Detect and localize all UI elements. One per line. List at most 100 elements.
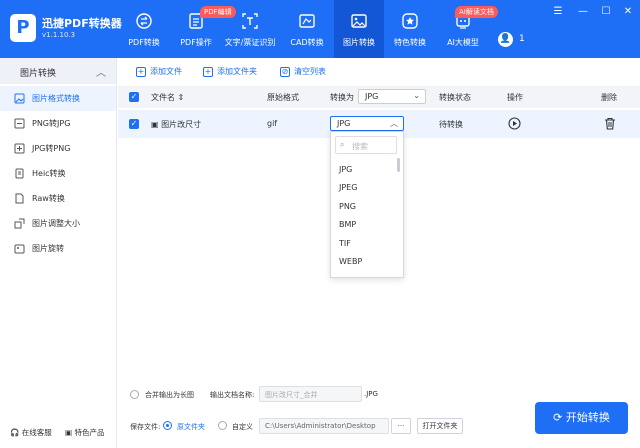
add-file-icon: + — [136, 66, 146, 77]
headset-icon: 🎧 — [10, 428, 22, 437]
online-service-button[interactable]: 🎧 在线客服 — [10, 427, 52, 438]
start-convert-button[interactable]: ⟳ 开始转换 — [535, 402, 628, 434]
format-option[interactable]: PNG — [339, 202, 356, 211]
header-convert-to: 转换为 — [330, 93, 354, 102]
add-file-button[interactable]: + 添加文件 — [136, 66, 182, 77]
header-filename[interactable]: 文件名 ⇕ — [151, 92, 184, 103]
start-convert-label: 开始转换 — [565, 411, 610, 424]
rotate-icon — [14, 244, 25, 254]
tab-text-recognition[interactable]: 文字/票证识别 — [222, 0, 278, 58]
convert-play-icon[interactable] — [508, 117, 521, 130]
sort-icon: ⇕ — [177, 93, 185, 102]
convert-all-select[interactable]: JPG ⌄ — [358, 89, 426, 104]
star-icon — [402, 13, 418, 29]
format-option[interactable]: JPG — [339, 165, 352, 174]
browse-button[interactable]: ··· — [391, 418, 411, 434]
sidebar-item-rotate[interactable]: 图片旋转 — [0, 236, 116, 261]
add-folder-button[interactable]: + 添加文件夹 — [203, 66, 257, 77]
sidebar-item-raw[interactable]: Raw转换 — [0, 186, 116, 211]
row-convert-value: JPG — [337, 119, 351, 128]
tab-special-convert[interactable]: 特色转换 — [386, 0, 434, 58]
sidebar-item-image-format[interactable]: 图片格式转换 — [0, 86, 116, 111]
save-path-input[interactable]: C:\Users\Administrator\Desktop — [259, 418, 389, 434]
tab-label: PDF转换 — [128, 38, 160, 47]
app-window: P 迅捷PDF转换器 v1.1.10.3 PDF转换 PDF操作 PDF编辑 文… — [0, 0, 640, 448]
add-folder-icon: + — [203, 66, 213, 77]
refresh-icon: ⟳ — [553, 411, 566, 424]
jpg-icon — [14, 143, 25, 154]
minimize-icon[interactable]: — — [577, 6, 589, 18]
table-header: ✓ 文件名 ⇕ 原始格式 转换为 JPG ⌄ 转换状态 操作 删除 — [118, 86, 640, 108]
close-icon[interactable]: ✕ — [622, 6, 634, 18]
add-file-label: 添加文件 — [150, 67, 182, 76]
tab-pdf-convert[interactable]: PDF转换 — [118, 0, 170, 58]
featured-products-button[interactable]: ▣ 特色产品 — [65, 427, 104, 438]
sidebar-item-label: Heic转换 — [32, 169, 66, 178]
header-filename-label: 文件名 — [151, 93, 175, 102]
format-option[interactable]: WEBP — [339, 257, 362, 266]
format-search-input[interactable]: ⌕ 搜索 — [335, 136, 397, 154]
clear-list-button[interactable]: ⊘ 清空列表 — [280, 66, 326, 77]
chevron-up-icon: ︿ — [390, 119, 398, 128]
merge-label: 合并输出为长图 — [145, 391, 194, 399]
text-recognition-icon — [242, 13, 258, 29]
tab-label: 图片转换 — [343, 38, 375, 47]
dropdown-scrollbar[interactable] — [397, 158, 400, 172]
select-all-checkbox[interactable]: ✓ — [129, 92, 139, 102]
custom-label: 自定义 — [232, 423, 253, 431]
resize-icon — [14, 218, 25, 229]
header-format: 原始格式 — [267, 93, 299, 102]
chevron-down-icon: ⌄ — [413, 91, 420, 100]
format-search-placeholder: 搜索 — [352, 142, 368, 151]
heic-icon — [15, 168, 24, 179]
convert-all-value: JPG — [365, 92, 379, 101]
output-name-input[interactable]: 图片改尺寸_合并 — [259, 386, 362, 402]
app-name: 迅捷PDF转换器 — [42, 17, 122, 30]
row-convert-select[interactable]: JPG ︿ — [330, 116, 404, 131]
delete-icon[interactable] — [604, 117, 616, 130]
format-option[interactable]: BMP — [339, 220, 356, 229]
menu-icon[interactable]: ☰ — [552, 6, 564, 18]
header-delete: 删除 — [601, 93, 617, 102]
header-action: 操作 — [507, 93, 523, 102]
image-format-icon — [14, 93, 25, 104]
header-status: 转换状态 — [439, 93, 471, 102]
format-option[interactable]: JPEG — [339, 183, 357, 192]
top-bar: P 迅捷PDF转换器 v1.1.10.3 PDF转换 PDF操作 PDF编辑 文… — [0, 0, 640, 58]
format-option[interactable]: TIF — [339, 239, 351, 248]
tab-cad-convert[interactable]: CAD转换 — [282, 0, 332, 58]
original-folder-radio[interactable] — [163, 421, 172, 430]
output-name-label: 输出文档名称: — [210, 391, 255, 399]
sidebar-item-label: 图片调整大小 — [32, 219, 80, 228]
sidebar-item-jpg-to-png[interactable]: JPG转PNG — [0, 136, 116, 161]
save-label: 保存文件: — [130, 423, 161, 431]
sidebar-item-png-to-jpg[interactable]: PNG转JPG — [0, 111, 116, 136]
clear-icon: ⊘ — [280, 66, 290, 77]
pdf-convert-icon — [136, 13, 152, 29]
clear-list-label: 清空列表 — [294, 67, 326, 76]
add-folder-label: 添加文件夹 — [217, 67, 257, 76]
app-version: v1.1.10.3 — [42, 31, 76, 39]
open-folder-button[interactable]: 打开文件夹 — [417, 418, 463, 434]
online-service-label: 在线客服 — [21, 428, 52, 437]
row-filename-text: 图片改尺寸 — [161, 120, 202, 129]
tab-label: PDF操作 — [180, 38, 212, 47]
user-avatar[interactable]: 👤 — [498, 32, 513, 47]
maximize-icon[interactable]: ☐ — [600, 6, 612, 18]
merge-radio[interactable] — [130, 390, 139, 399]
tab-label: 文字/票证识别 — [224, 38, 276, 47]
row-checkbox[interactable]: ✓ — [129, 119, 139, 129]
sidebar-header[interactable]: 图片转换 ︿ — [0, 58, 116, 84]
image-icon — [351, 14, 367, 28]
file-image-icon: ▣ — [151, 120, 162, 129]
sidebar-item-label: PNG转JPG — [32, 119, 71, 128]
tab-label: 特色转换 — [394, 38, 426, 47]
sidebar-item-label: 图片格式转换 — [32, 94, 80, 103]
sidebar-item-label: Raw转换 — [32, 194, 65, 203]
sidebar-item-resize[interactable]: 图片调整大小 — [0, 211, 116, 236]
ai-doc-tag: AI解读文档 — [455, 6, 498, 18]
sidebar: 图片转换 ︿ 图片格式转换 PNG转JPG JPG转PNG Heic转换 Raw… — [0, 58, 117, 448]
tab-image-convert[interactable]: 图片转换 — [334, 0, 384, 58]
sidebar-item-heic[interactable]: Heic转换 — [0, 161, 116, 186]
custom-radio[interactable] — [218, 421, 227, 430]
